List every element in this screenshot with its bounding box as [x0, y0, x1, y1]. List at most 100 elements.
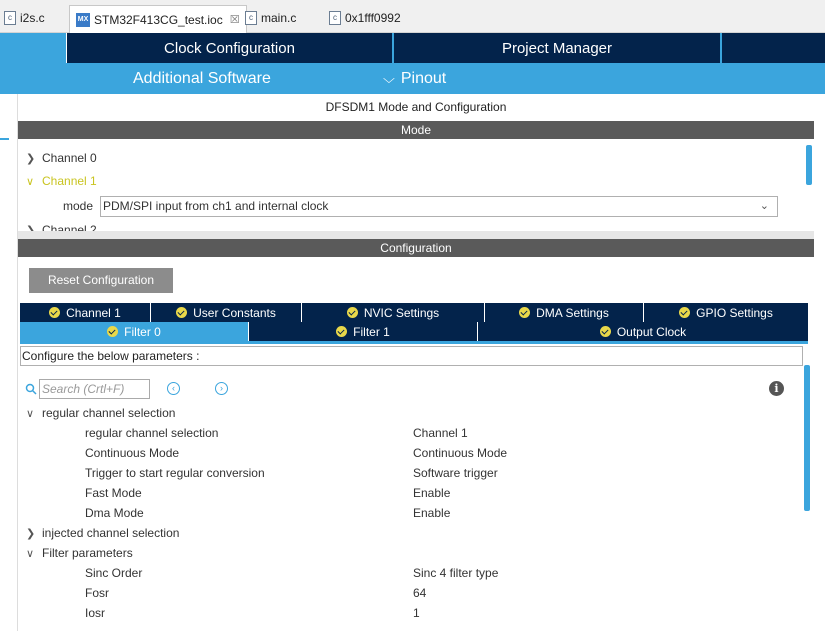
group-filter-parameters[interactable]: ∨ Filter parameters: [26, 546, 133, 560]
tab-clock-configuration[interactable]: Clock Configuration: [66, 33, 392, 63]
group-regular-channel[interactable]: ∨ regular channel selection: [26, 406, 175, 420]
param-name: Sinc Order: [85, 566, 143, 580]
chevron-right-icon: ❯: [26, 224, 36, 232]
next-icon[interactable]: ›: [215, 382, 228, 395]
param-value[interactable]: Sinc 4 filter type: [413, 566, 498, 580]
chevron-down-icon: ∨: [26, 408, 35, 420]
top-nav-band: Clock Configuration Project Manager: [0, 33, 825, 63]
channel-label: Channel 2: [42, 223, 97, 231]
tab-label: NVIC Settings: [363, 305, 440, 320]
group-label: Filter parameters: [42, 546, 133, 560]
param-name: Fast Mode: [85, 486, 142, 500]
param-value[interactable]: Continuous Mode: [413, 446, 507, 460]
mode-scrollbar[interactable]: [806, 145, 812, 185]
param-name: Trigger to start regular conversion: [85, 466, 265, 480]
mode-header: Mode: [18, 121, 814, 139]
tab-project-manager[interactable]: Project Manager: [394, 33, 720, 63]
tab-output-clock[interactable]: Output Clock: [478, 322, 808, 341]
check-circle-icon: [336, 326, 348, 337]
chevron-down-icon: ⌄: [759, 200, 769, 212]
channel-2-item[interactable]: ❯ Channel 2: [26, 223, 97, 231]
tab-user-constants[interactable]: User Constants: [151, 303, 302, 322]
param-name: regular channel selection: [85, 426, 219, 440]
param-value[interactable]: Enable: [413, 486, 450, 500]
chevron-down-icon: ⌵: [383, 70, 395, 86]
param-name: Fosr: [85, 586, 109, 600]
second-nav-band: Additional Software ⌵ Pinout: [0, 63, 825, 94]
tab-label: Output Clock: [616, 324, 687, 339]
group-label: injected channel selection: [42, 526, 180, 540]
close-icon[interactable]: ☒: [230, 13, 240, 26]
param-value[interactable]: Enable: [413, 506, 450, 520]
param-value[interactable]: 1: [413, 606, 420, 620]
mode-list: ❯ Channel 0 ∨ Channel 1 mode PDM/SPI inp…: [18, 139, 814, 231]
tab-underline: [20, 341, 808, 344]
tab-label: GPIO Settings: [696, 305, 773, 320]
previous-icon[interactable]: ‹: [167, 382, 180, 395]
param-name: Dma Mode: [85, 506, 144, 520]
panel-title: DFSDM1 Mode and Configuration: [18, 96, 814, 118]
chevron-right-icon: ❯: [26, 152, 36, 165]
tab-filter-0[interactable]: Filter 0: [20, 322, 249, 341]
mode-label: mode: [63, 199, 94, 213]
c-file-icon: c: [4, 11, 16, 25]
editor-tab-label: 0x1fff0992: [345, 11, 401, 25]
check-circle-icon: [49, 307, 61, 318]
mode-select-value: PDM/SPI input from ch1 and internal cloc…: [103, 199, 329, 213]
check-circle-icon: [519, 307, 531, 318]
splitter[interactable]: [18, 231, 814, 239]
tab-pinout[interactable]: ⌵ Pinout: [383, 63, 447, 94]
editor-tab-i2s[interactable]: c i2s.c: [4, 7, 45, 29]
editor-tab-address[interactable]: c 0x1fff0992: [329, 7, 401, 29]
mx-file-icon: MX: [76, 12, 90, 27]
check-circle-icon: [599, 326, 611, 337]
chevron-down-icon: ∨: [26, 175, 35, 188]
chevron-right-icon: ❯: [26, 528, 36, 540]
mode-select[interactable]: PDM/SPI input from ch1 and internal cloc…: [100, 196, 778, 217]
tab-label: Channel 1: [66, 305, 121, 320]
search-icon: [25, 383, 37, 395]
editor-tab-label: i2s.c: [20, 11, 45, 25]
info-icon[interactable]: i: [769, 381, 784, 396]
configuration-panel: Reset Configuration Channel 1 User Const…: [18, 257, 814, 631]
c-file-icon: c: [245, 11, 257, 25]
channel-label: Channel 0: [42, 151, 97, 165]
channel-1-item[interactable]: ∨ Channel 1: [26, 174, 97, 188]
param-value[interactable]: Channel 1: [413, 426, 468, 440]
tab-label: DMA Settings: [536, 305, 609, 320]
tab-gpio-settings[interactable]: GPIO Settings: [644, 303, 808, 322]
channel-label: Channel 1: [42, 174, 97, 188]
right-side-strip: [816, 94, 825, 631]
param-name: Iosr: [85, 606, 106, 620]
group-label: regular channel selection: [42, 406, 176, 420]
param-value[interactable]: Software trigger: [413, 466, 498, 480]
chevron-down-icon: ∨: [26, 548, 35, 560]
editor-tab-label: STM32F413CG_test.ioc: [94, 12, 223, 27]
params-hint: Configure the below parameters :: [20, 346, 803, 366]
group-injected-channel[interactable]: ❯ injected channel selection: [26, 526, 179, 540]
tab-label: Filter 0: [124, 324, 161, 339]
tab-label: Filter 1: [353, 324, 390, 339]
left-side-strip: [0, 94, 18, 631]
tab-nvic-settings[interactable]: NVIC Settings: [302, 303, 485, 322]
tab-channel-1[interactable]: Channel 1: [20, 303, 151, 322]
tab-tools[interactable]: [722, 33, 825, 63]
tab-filter-1[interactable]: Filter 1: [249, 322, 478, 341]
check-circle-icon: [346, 307, 358, 318]
param-name: Continuous Mode: [85, 446, 180, 460]
check-circle-icon: [176, 307, 188, 318]
editor-tab-main[interactable]: c main.c: [245, 7, 296, 29]
tab-dma-settings[interactable]: DMA Settings: [485, 303, 644, 322]
param-value[interactable]: 64: [413, 586, 426, 600]
check-circle-icon: [679, 307, 691, 318]
tab-additional-software[interactable]: Additional Software: [133, 63, 271, 94]
left-strip-marker: [0, 138, 9, 140]
channel-0-item[interactable]: ❯ Channel 0: [26, 151, 97, 165]
reset-configuration-button[interactable]: Reset Configuration: [29, 268, 173, 293]
search-input[interactable]: Search (Crtl+F): [39, 379, 150, 399]
check-circle-icon: [107, 326, 119, 337]
params-scrollbar[interactable]: [804, 365, 810, 511]
pinout-label: Pinout: [400, 69, 447, 87]
editor-tab-label: main.c: [261, 11, 297, 25]
editor-tab-ioc[interactable]: MX STM32F413CG_test.ioc ☒: [69, 5, 247, 33]
